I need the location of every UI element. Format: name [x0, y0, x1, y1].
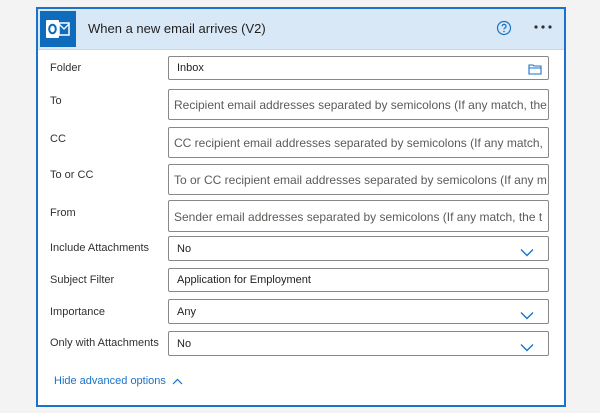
to-placeholder: Recipient email addresses separated by s…: [174, 98, 547, 112]
only-with-attachments-value: No: [177, 338, 192, 350]
cc-label: CC: [50, 133, 66, 145]
include-attachments-label: Include Attachments: [50, 242, 150, 254]
importance-label: Importance: [50, 306, 106, 318]
chevron-up-icon: [172, 378, 183, 385]
cc-placeholder: CC recipient email addresses separated b…: [174, 136, 543, 150]
hide-advanced-options-label: Hide advanced options: [54, 375, 166, 387]
chevron-down-icon: [520, 307, 534, 323]
to-or-cc-placeholder: To or CC recipient email addresses separ…: [174, 173, 547, 187]
chevron-down-icon: [520, 244, 534, 260]
include-attachments-dropdown[interactable]: No: [168, 236, 549, 261]
from-field[interactable]: Sender email addresses separated by semi…: [168, 200, 549, 232]
card-header[interactable]: When a new email arrives (V2): [38, 9, 564, 50]
outlook-icon: [40, 11, 76, 47]
from-placeholder: Sender email addresses separated by semi…: [174, 210, 543, 224]
to-or-cc-label: To or CC: [50, 169, 94, 181]
importance-dropdown[interactable]: Any: [168, 299, 549, 324]
more-ellipsis-icon[interactable]: [532, 17, 554, 37]
hide-advanced-options-link[interactable]: Hide advanced options: [54, 375, 183, 387]
trigger-card: When a new email arrives (V2) Folder Inb…: [36, 7, 566, 407]
to-or-cc-field[interactable]: To or CC recipient email addresses separ…: [168, 164, 549, 195]
only-with-attachments-label: Only with Attachments: [50, 337, 159, 349]
subject-filter-value: Application for Employment: [177, 274, 311, 286]
to-label: To: [50, 95, 62, 107]
chevron-down-icon: [520, 339, 534, 355]
trigger-title: When a new email arrives (V2): [88, 21, 266, 36]
from-label: From: [50, 207, 76, 219]
only-with-attachments-dropdown[interactable]: No: [168, 331, 549, 356]
subject-filter-field[interactable]: Application for Employment: [168, 268, 549, 292]
help-circle-icon[interactable]: [496, 20, 512, 36]
folder-value: Inbox: [177, 62, 204, 74]
cc-field[interactable]: CC recipient email addresses separated b…: [168, 127, 549, 158]
importance-value: Any: [177, 306, 196, 318]
include-attachments-value: No: [177, 243, 192, 255]
folder-icon[interactable]: [528, 62, 542, 79]
folder-label: Folder: [50, 62, 82, 74]
subject-filter-label: Subject Filter: [50, 274, 115, 286]
folder-field[interactable]: Inbox: [168, 56, 549, 80]
to-field[interactable]: Recipient email addresses separated by s…: [168, 89, 549, 120]
